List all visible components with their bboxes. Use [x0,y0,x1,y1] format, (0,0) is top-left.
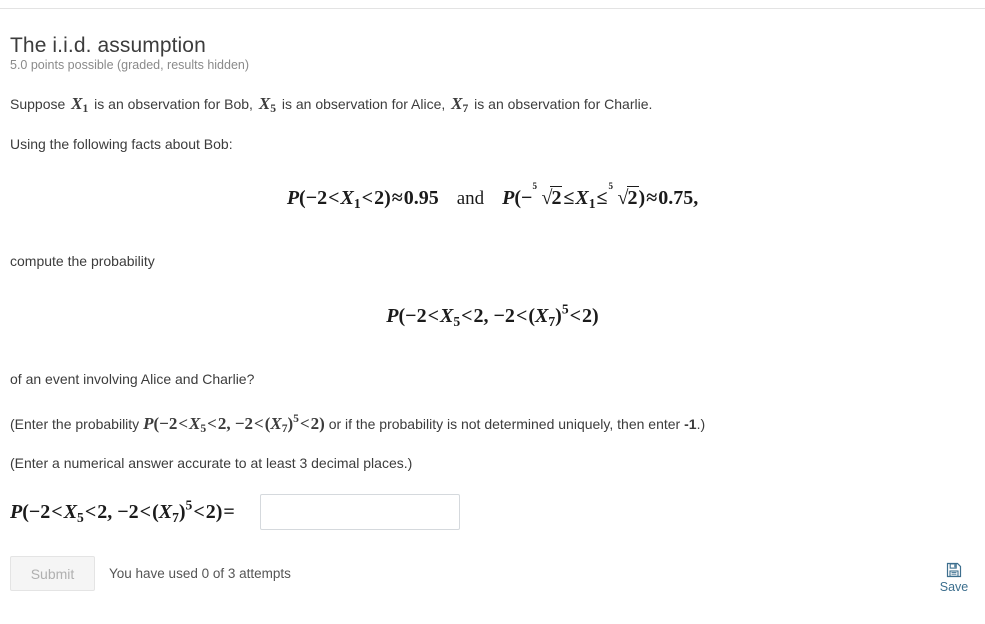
inline-var-x7: X7 [451,94,469,116]
setup-text-a: Suppose [10,96,70,112]
page-title: The i.i.d. assumption [10,34,206,58]
top-divider [0,8,985,9]
fifth-root-icon: 5 √2 [532,181,563,209]
enter-prefix: (Enter the probability [10,416,144,432]
fact-equation-first: P(−2<X1<2)≈0.95 [286,187,439,211]
save-button[interactable]: Save [930,562,978,594]
setup-text-d: is an observation for Charlie. [470,96,653,112]
enter-probability-instruction: (Enter the probability P(−2<X5<2, −2<(X7… [10,412,705,437]
precision-instruction: (Enter a numerical answer accurate to at… [10,455,413,471]
setup-paragraph: Suppose X1 is an observation for Bob, X5… [10,92,652,117]
target-equation: P(−2<X5<2, −2<(X7)5<2) [386,301,599,329]
inline-var-x1: X1 [71,94,89,116]
fact-equation-second: P(− 5 √2 ≤X1≤ 5 √2)≈0.75, [502,181,699,211]
enter-tail: .) [696,416,706,432]
event-question-text: of an event involving Alice and Charlie? [10,371,255,387]
answer-input[interactable] [259,494,460,530]
answer-row: P(−2<X5<2, −2<(X7)5<2)= [10,494,460,530]
inline-target-equation: P(−2<X5<2, −2<(X7)5<2) [143,411,325,436]
facts-equation: P(−2<X1<2)≈0.95 and P(− 5 √2 ≤X1≤ 5 √2)≈0.75, [0,181,985,211]
answer-equation-label: P(−2<X5<2, −2<(X7)5<2)= [10,497,235,525]
enter-bold-value: -1 [684,416,697,432]
fifth-root-icon-2: 5 √2 [608,181,639,209]
setup-text-b: is an observation for Bob, [90,96,257,112]
setup-text-c: is an observation for Alice, [277,96,450,112]
submit-row: Submit You have used 0 of 3 attempts [10,556,291,591]
enter-suffix: or if the probability is not determined … [324,416,685,432]
submit-button[interactable]: Submit [10,556,95,591]
facts-intro-text: Using the following facts about Bob: [10,136,233,152]
floppy-disk-icon [946,562,962,578]
points-possible-label: 5.0 points possible (graded, results hid… [10,58,250,72]
compute-intro-text: compute the probability [10,253,155,269]
inline-var-x5: X5 [258,94,276,116]
save-label: Save [939,580,969,594]
facts-conjunction: and [456,188,485,209]
attempts-counter: You have used 0 of 3 attempts [109,566,291,581]
